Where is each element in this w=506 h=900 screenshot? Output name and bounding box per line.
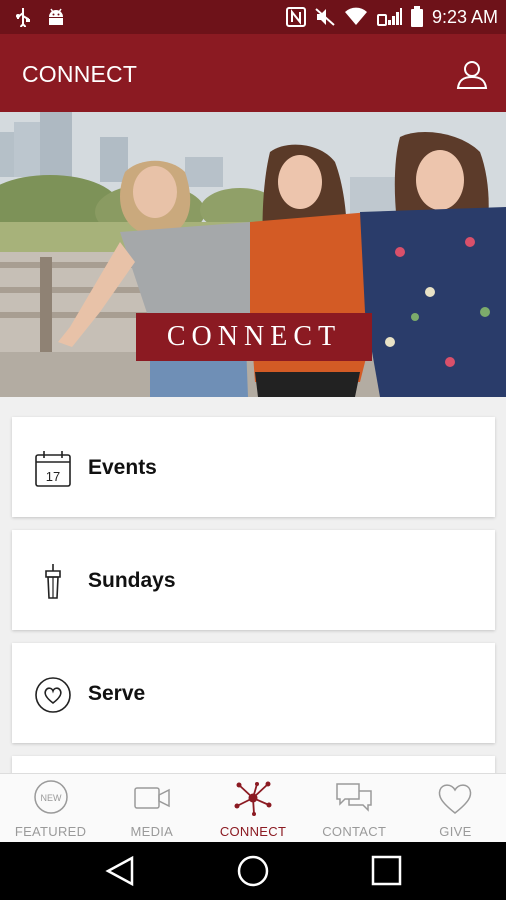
battery-icon: [410, 6, 423, 27]
app-bar: CONNECT: [0, 34, 506, 112]
signal-icon: [376, 8, 402, 26]
menu-item-label: Events: [88, 456, 157, 479]
page-title: CONNECT: [22, 61, 138, 87]
nav-give[interactable]: GIVE: [405, 774, 506, 842]
network-icon: [234, 781, 272, 816]
menu-item-sundays[interactable]: Sundays: [12, 530, 495, 630]
nav-label: CONTACT: [322, 824, 387, 839]
podium-icon: [45, 564, 61, 599]
nav-connect[interactable]: CONNECT: [202, 774, 303, 842]
home-icon[interactable]: [236, 855, 270, 889]
calendar-icon: 17: [35, 451, 71, 487]
new-badge-icon: NEW: [33, 780, 68, 814]
bottom-nav: NEW FEATURED MEDIA CONNECT CONTACT GIVE: [0, 773, 506, 842]
back-icon[interactable]: [104, 855, 136, 887]
nav-label: MEDIA: [130, 824, 174, 839]
status-bar: 9:23 AM: [0, 0, 506, 34]
android-icon: [49, 8, 63, 25]
nav-contact[interactable]: CONTACT: [304, 774, 405, 842]
nav-label: FEATURED: [14, 824, 87, 839]
wifi-icon: [344, 7, 367, 25]
nav-media[interactable]: MEDIA: [101, 774, 202, 842]
connect-menu-list: 17 Events Sundays Serve: [0, 397, 506, 773]
svg-text:NEW: NEW: [40, 793, 62, 803]
nav-label: GIVE: [439, 824, 472, 839]
menu-item-label: Sundays: [88, 569, 176, 592]
mute-icon: [315, 8, 335, 26]
hero-image: CONNECT: [0, 112, 506, 397]
heart-icon: [439, 784, 472, 814]
menu-item-partial[interactable]: [12, 756, 495, 773]
recents-icon[interactable]: [370, 855, 402, 887]
user-icon[interactable]: [456, 58, 488, 90]
video-camera-icon: [134, 787, 170, 809]
hero-banner: CONNECT: [136, 313, 372, 361]
heart-circle-icon: [35, 677, 71, 713]
android-nav-bar: [0, 842, 506, 900]
calendar-day: 17: [46, 469, 60, 484]
nav-featured[interactable]: NEW FEATURED: [0, 774, 101, 842]
nfc-icon: [285, 7, 306, 27]
chat-bubbles-icon: [336, 783, 372, 812]
nav-label: CONNECT: [219, 824, 287, 839]
menu-item-events[interactable]: 17 Events: [12, 417, 495, 517]
menu-item-label: Serve: [88, 682, 146, 705]
status-time: 9:23 AM: [431, 6, 498, 27]
usb-icon: [16, 8, 30, 27]
menu-item-serve[interactable]: Serve: [12, 643, 495, 743]
